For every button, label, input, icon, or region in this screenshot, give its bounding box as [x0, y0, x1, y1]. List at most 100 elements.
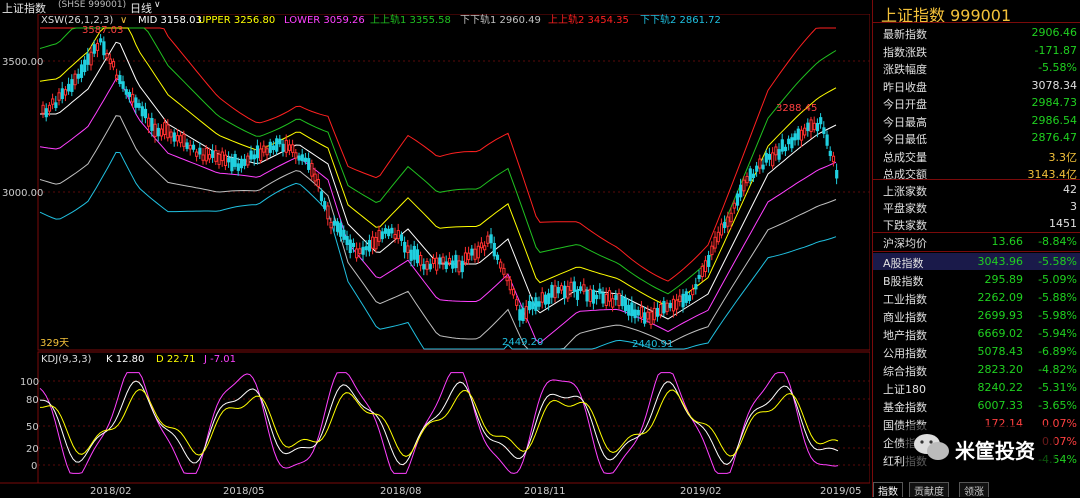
- index-row[interactable]: B股指数 295.89 -5.09%: [873, 271, 1080, 288]
- candle: [825, 134, 829, 146]
- candle: [521, 307, 525, 322]
- candle: [403, 241, 407, 253]
- candle: [543, 294, 548, 305]
- candle: [441, 256, 445, 264]
- candle: [812, 122, 816, 131]
- candle: [204, 147, 208, 162]
- candle: [483, 245, 487, 251]
- index-value: 5078.43: [977, 345, 1024, 358]
- stat-label: 指数涨跌: [883, 45, 927, 59]
- index-label: 上证180: [883, 383, 926, 396]
- kdj-panel-frame: [37, 351, 870, 484]
- candle: [67, 83, 71, 92]
- trough-label-2: 2440.91: [632, 339, 673, 350]
- legend-lower: LOWER 3059.26: [284, 15, 365, 26]
- candle: [771, 152, 775, 167]
- candle: [591, 289, 596, 304]
- candle: [415, 249, 420, 264]
- panel-divider-2: [873, 179, 1080, 180]
- candle: [556, 287, 560, 294]
- candle: [390, 227, 394, 234]
- candle: [755, 165, 759, 172]
- candle: [243, 158, 247, 166]
- candle: [569, 281, 573, 291]
- candle: [262, 145, 266, 153]
- candle: [86, 53, 90, 65]
- index-label: 工业指数: [883, 293, 927, 306]
- candle: [691, 289, 695, 296]
- candle: [300, 154, 304, 162]
- kdj-y-20: 20: [26, 444, 39, 455]
- candle: [271, 145, 276, 151]
- candle: [588, 288, 592, 302]
- index-label: 商业指数: [883, 311, 927, 324]
- candle: [739, 184, 743, 198]
- candle: [351, 242, 356, 248]
- band-down1: [39, 115, 837, 350]
- candle: [259, 148, 263, 162]
- candle: [732, 202, 736, 209]
- panel-tab[interactable]: 贡献度: [909, 482, 949, 498]
- hs-label: 沪深均价: [883, 237, 927, 250]
- candle: [780, 139, 784, 152]
- candle: [502, 267, 506, 275]
- index-row[interactable]: 工业指数 2262.09 -5.88%: [873, 289, 1080, 306]
- candle: [460, 260, 464, 273]
- candle: [230, 157, 234, 172]
- candle: [137, 103, 141, 108]
- candle: [652, 307, 656, 321]
- index-row[interactable]: 地产指数 6669.02 -5.94%: [873, 325, 1080, 342]
- stat-row: 最新指数 2906.46: [873, 24, 1080, 41]
- candle: [380, 231, 384, 240]
- panel-tab[interactable]: 指数: [873, 482, 903, 498]
- panel-tab[interactable]: 领涨: [959, 482, 989, 498]
- candle: [159, 128, 164, 137]
- candle: [214, 149, 218, 162]
- chart-canvas[interactable]: 3500.00 3000.00 XSW(26,1,2,3) ∨ MID 3158…: [0, 14, 870, 497]
- candle: [787, 138, 791, 145]
- candle: [799, 129, 804, 141]
- candle: [323, 201, 327, 209]
- kdj-k-line: [39, 380, 839, 466]
- candle: [643, 312, 647, 324]
- candle: [54, 102, 58, 109]
- index-row[interactable]: 基金指数 6007.33 -3.65%: [873, 397, 1080, 414]
- stat-label: 今日最高: [883, 115, 927, 129]
- candle: [508, 279, 512, 291]
- index-row[interactable]: 商业指数 2699.93 -5.98%: [873, 307, 1080, 324]
- candle: [707, 255, 711, 267]
- candle: [486, 235, 490, 244]
- legend-upper: UPPER 3256.80: [198, 15, 275, 26]
- candle: [108, 58, 112, 65]
- candle: [451, 260, 455, 269]
- hs-change: -8.84%: [1038, 235, 1077, 248]
- candle: [822, 127, 826, 134]
- candle: [207, 154, 212, 160]
- candle: [377, 229, 381, 242]
- candle: [748, 168, 752, 182]
- top-bar: 上证指数 (SHSE 999001) 日线 ∨: [0, 0, 870, 15]
- index-row[interactable]: 上证180 8240.22 -5.31%: [873, 379, 1080, 396]
- candle: [547, 293, 551, 305]
- candle: [454, 254, 458, 269]
- index-row[interactable]: 综合指数 2823.20 -4.82%: [873, 361, 1080, 378]
- stat-value: -171.87: [1034, 43, 1077, 57]
- candle: [95, 42, 100, 51]
- stat-row: 今日最高 2986.54: [873, 112, 1080, 129]
- candle: [361, 246, 365, 255]
- hs-avg-row: 沪深均价 13.66 -8.84%: [873, 233, 1080, 250]
- band-down2: [39, 151, 837, 350]
- candle: [572, 281, 576, 292]
- chevron-down-icon[interactable]: ∨: [154, 0, 161, 10]
- count-row: 上涨家数 42: [873, 181, 1080, 198]
- candle: [329, 221, 333, 229]
- candle: [179, 135, 183, 144]
- candle: [601, 292, 605, 304]
- candle: [463, 252, 468, 264]
- index-row[interactable]: A股指数 3043.96 -5.58%: [873, 253, 1080, 270]
- candle: [287, 144, 292, 151]
- index-row[interactable]: 公用指数 5078.43 -6.89%: [873, 343, 1080, 360]
- candle: [188, 144, 192, 150]
- panel-divider-4: [873, 251, 1080, 252]
- quote-panel: 上证指数 999001 最新指数 2906.46 指数涨跌 -171.87 涨跌幅度…: [872, 0, 1080, 498]
